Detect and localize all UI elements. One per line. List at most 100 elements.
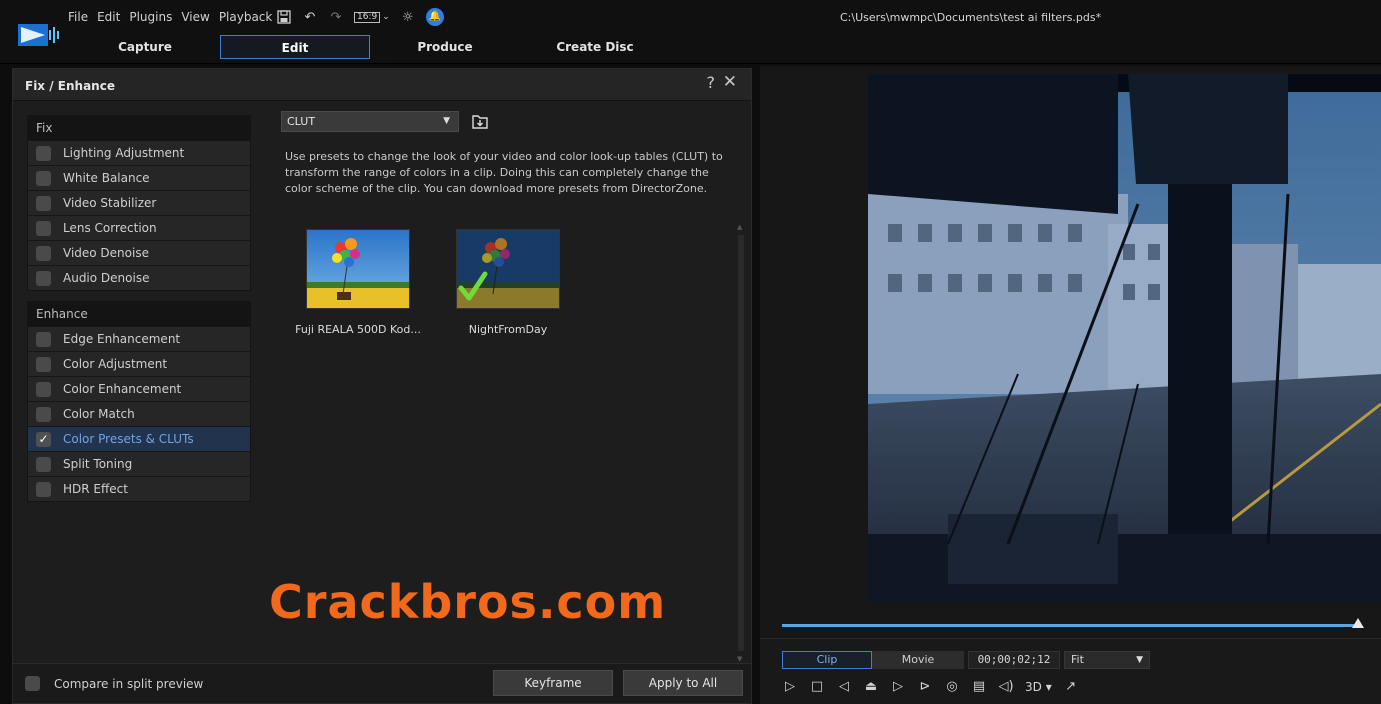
preset-nightfromday[interactable]: NightFromDay [433, 229, 583, 336]
tab-create-disc[interactable]: Create Disc [520, 35, 670, 59]
title-bar: File Edit Plugins View Playback ↶ ↷ 16:9… [0, 0, 1381, 64]
3d-label: 3D [1025, 680, 1042, 694]
preset-fuji-reala[interactable]: Fuji REALA 500D Kod... [283, 229, 433, 336]
compare-label: Compare in split preview [54, 676, 204, 691]
menu-edit[interactable]: Edit [97, 10, 120, 24]
fx-label: Video Denoise [63, 246, 149, 260]
aspect-ratio-icon[interactable]: 16:9 ⌄ [354, 9, 390, 25]
fx-label: Audio Denoise [63, 271, 150, 285]
checkbox[interactable] [36, 245, 51, 261]
presets-scrollbar[interactable]: ▲ ▼ [737, 223, 745, 663]
menu-playback[interactable]: Playback [219, 10, 273, 24]
fx-color-presets-cluts[interactable]: ✓ Color Presets & CLUTs [28, 426, 250, 451]
enhance-list: Enhance Edge Enhancement Color Adjustmen… [27, 301, 251, 502]
fit-value: Fit [1071, 653, 1084, 666]
subtitles-icon[interactable]: ▤ [971, 679, 987, 695]
next-frame-icon[interactable]: ▷ [890, 679, 906, 695]
checkbox[interactable] [36, 331, 51, 347]
redo-icon[interactable]: ↷ [328, 9, 344, 25]
scroll-track[interactable] [738, 235, 744, 651]
timeline-playhead[interactable] [1352, 618, 1364, 628]
checkbox[interactable] [36, 381, 51, 397]
checkbox[interactable] [36, 145, 51, 161]
timeline-slider[interactable] [782, 624, 1358, 627]
scroll-down-icon[interactable]: ▼ [737, 655, 742, 663]
tab-capture[interactable]: Capture [70, 35, 220, 59]
undock-preview-icon[interactable]: ↗ [1063, 679, 1079, 695]
play-icon[interactable]: ▷ [782, 679, 798, 695]
fx-label: Color Presets & CLUTs [63, 432, 194, 446]
video-preview [868, 74, 1381, 602]
menu-bar: File Edit Plugins View Playback [68, 10, 272, 24]
timecode-display[interactable]: 00;00;02;12 [968, 651, 1060, 669]
save-icon[interactable] [276, 9, 292, 25]
scroll-up-icon[interactable]: ▲ [737, 223, 742, 231]
checkbox[interactable] [36, 481, 51, 497]
apply-to-all-button[interactable]: Apply to All [623, 670, 743, 696]
preset-label: NightFromDay [468, 323, 548, 336]
previous-frame-icon[interactable]: ◁ [836, 679, 852, 695]
transport-controls: ▷ □ ◁ ⏏ ▷ ⊳ ◎ ▤ ◁) 3D ▾ ↗ [782, 679, 1079, 695]
volume-icon[interactable]: ◁) [998, 679, 1014, 695]
fx-color-enhancement[interactable]: Color Enhancement [28, 376, 250, 401]
checkbox[interactable] [36, 170, 51, 186]
checkbox[interactable] [36, 195, 51, 211]
fx-label: White Balance [63, 171, 150, 185]
tab-edit[interactable]: Edit [220, 35, 370, 59]
movie-mode-button[interactable]: Movie [872, 651, 964, 669]
menu-file[interactable]: File [68, 10, 88, 24]
checkbox[interactable] [25, 676, 40, 691]
fx-split-toning[interactable]: Split Toning [28, 451, 250, 476]
import-preset-icon[interactable] [471, 113, 489, 131]
fx-label: Split Toning [63, 457, 133, 471]
notification-bell-icon[interactable]: 🔔 [425, 8, 444, 26]
file-path: C:\Users\mwmpc\Documents\test ai filters… [840, 11, 1102, 24]
fx-video-stabilizer[interactable]: Video Stabilizer [28, 190, 250, 215]
panel-footer: Compare in split preview Keyframe Apply … [13, 663, 751, 703]
fx-lighting-adjustment[interactable]: Lighting Adjustment [28, 140, 250, 165]
tab-produce[interactable]: Produce [370, 35, 520, 59]
menu-plugins[interactable]: Plugins [129, 10, 172, 24]
fx-lens-correction[interactable]: Lens Correction [28, 215, 250, 240]
close-icon[interactable]: ✕ [723, 72, 737, 92]
preset-type-dropdown[interactable]: CLUT ▼ [281, 111, 459, 132]
keyframe-button[interactable]: Keyframe [493, 670, 613, 696]
fx-edge-enhancement[interactable]: Edge Enhancement [28, 326, 250, 351]
fx-label: Lighting Adjustment [63, 146, 185, 160]
checkbox[interactable] [36, 220, 51, 236]
fx-audio-denoise[interactable]: Audio Denoise [28, 265, 250, 290]
checkbox[interactable] [36, 456, 51, 472]
checkbox[interactable] [36, 406, 51, 422]
fx-label: Lens Correction [63, 221, 157, 235]
stop-icon[interactable]: □ [809, 679, 825, 695]
menu-view[interactable]: View [181, 10, 209, 24]
compare-split-preview[interactable]: Compare in split preview [25, 676, 203, 691]
fx-color-adjustment[interactable]: Color Adjustment [28, 351, 250, 376]
settings-icon[interactable]: ☼ [400, 9, 416, 25]
help-icon[interactable]: ? [707, 73, 716, 92]
3d-mode-button[interactable]: 3D ▾ [1025, 679, 1052, 695]
fx-label: Color Match [63, 407, 135, 421]
clip-mode-button[interactable]: Clip [782, 651, 872, 669]
fx-white-balance[interactable]: White Balance [28, 165, 250, 190]
fast-forward-icon[interactable]: ⊳ [917, 679, 933, 695]
enhance-header: Enhance [28, 302, 250, 326]
split-clip-icon[interactable]: ⏏ [863, 679, 879, 695]
snapshot-camera-icon[interactable]: ◎ [944, 679, 960, 695]
checkbox-checked[interactable]: ✓ [36, 431, 51, 447]
fx-label: Color Adjustment [63, 357, 168, 371]
fx-hdr-effect[interactable]: HDR Effect [28, 476, 250, 501]
fx-video-denoise[interactable]: Video Denoise [28, 240, 250, 265]
preset-thumbnail[interactable] [456, 229, 560, 309]
preset-thumbnail[interactable] [306, 229, 410, 309]
zoom-fit-dropdown[interactable]: Fit ▼ [1064, 651, 1150, 669]
dropdown-value: CLUT [287, 115, 316, 128]
undo-icon[interactable]: ↶ [302, 9, 318, 25]
preset-label: Fuji REALA 500D Kod... [295, 323, 421, 336]
mode-tabs: Capture Edit Produce Create Disc [70, 35, 670, 59]
preview-panel: Clip Movie 00;00;02;12 Fit ▼ ▷ □ ◁ ⏏ ▷ ⊳… [760, 66, 1381, 704]
checkbox[interactable] [36, 270, 51, 286]
fx-color-match[interactable]: Color Match [28, 401, 250, 426]
fx-label: HDR Effect [63, 482, 128, 496]
checkbox[interactable] [36, 356, 51, 372]
